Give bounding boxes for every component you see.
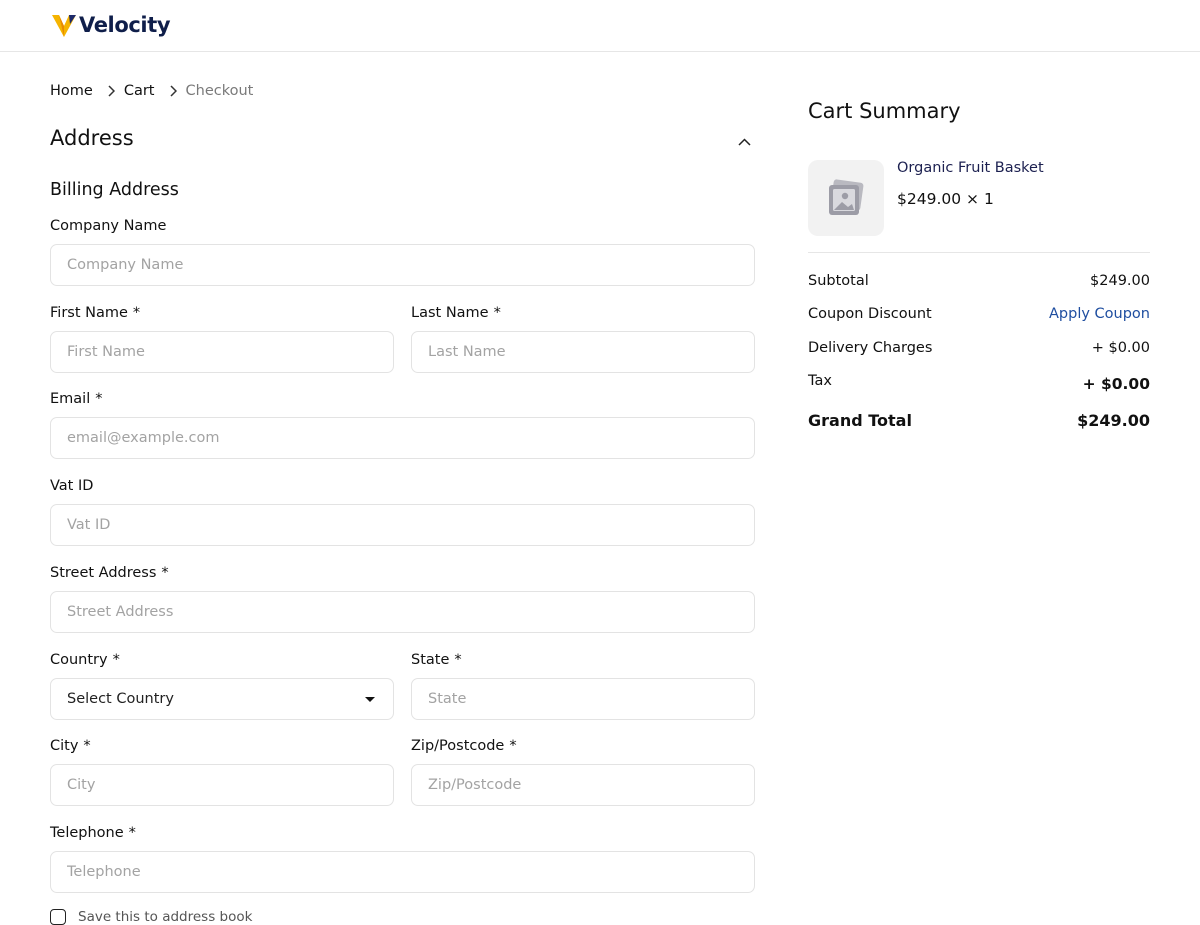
first-name-input[interactable] <box>50 331 394 373</box>
company-name-label-text: Company Name <box>50 218 167 234</box>
delivery-value: + $0.00 <box>1091 340 1150 356</box>
image-placeholder-icon <box>823 175 869 221</box>
zip-label-text: Zip/Postcode <box>411 738 505 754</box>
chevron-right-icon <box>107 85 115 97</box>
last-name-label-text: Last Name <box>411 305 489 321</box>
street-address-label-text: Street Address <box>50 565 157 581</box>
state-label-text: State <box>411 652 450 668</box>
billing-address-heading: Billing Address <box>50 180 179 200</box>
vat-id-input[interactable] <box>50 504 755 546</box>
vat-id-label: Vat ID <box>50 478 93 494</box>
chevron-up-icon <box>737 138 751 146</box>
breadcrumb-home[interactable]: Home <box>50 83 93 99</box>
zip-input[interactable] <box>411 764 755 806</box>
summary-divider <box>808 252 1150 253</box>
street-address-input[interactable] <box>50 591 755 633</box>
city-label: City * <box>50 738 91 754</box>
address-section-title: Address <box>50 126 134 150</box>
subtotal-row: Subtotal $249.00 <box>808 273 1150 289</box>
velocity-logo-icon <box>51 12 77 38</box>
last-name-input[interactable] <box>411 331 755 373</box>
product-price: $249.00 <box>897 190 962 208</box>
state-input[interactable] <box>411 678 755 720</box>
required-mark: * <box>509 738 517 754</box>
chevron-right-icon <box>169 85 177 97</box>
zip-label: Zip/Postcode * <box>411 738 517 754</box>
city-input[interactable] <box>50 764 394 806</box>
street-address-label: Street Address * <box>50 565 169 581</box>
telephone-input[interactable] <box>50 851 755 893</box>
save-address-checkbox[interactable] <box>50 909 66 925</box>
tax-label: Tax <box>808 373 832 389</box>
company-name-label: Company Name <box>50 218 166 234</box>
product-price-quantity: $249.00 × 1 <box>897 190 994 208</box>
last-name-label: Last Name * <box>411 305 501 321</box>
grand-total-value: $249.00 <box>1077 411 1150 430</box>
collapse-address-button[interactable] <box>733 131 755 153</box>
brand-name: Velocity <box>79 13 171 37</box>
grand-total-row: Grand Total $249.00 <box>808 411 1150 430</box>
coupon-row: Coupon Discount Apply Coupon <box>808 306 1150 322</box>
product-quantity: × 1 <box>966 190 994 208</box>
cart-summary-title: Cart Summary <box>808 99 961 123</box>
city-label-text: City <box>50 738 79 754</box>
country-selected-value: Select Country <box>67 691 174 707</box>
save-address-row: Save this to address book <box>50 909 252 925</box>
required-mark: * <box>161 565 169 581</box>
first-name-label-text: First Name <box>50 305 128 321</box>
brand-logo[interactable]: Velocity <box>51 12 171 38</box>
product-thumbnail <box>808 160 884 236</box>
country-select[interactable]: Select Country <box>50 678 394 720</box>
breadcrumb-cart[interactable]: Cart <box>124 83 155 99</box>
state-label: State * <box>411 652 462 668</box>
first-name-label: First Name * <box>50 305 140 321</box>
email-label-text: Email <box>50 391 91 407</box>
caret-down-icon <box>365 696 375 702</box>
required-mark: * <box>112 652 120 668</box>
company-name-input[interactable] <box>50 244 755 286</box>
country-label: Country * <box>50 652 120 668</box>
product-name[interactable]: Organic Fruit Basket <box>897 160 1044 176</box>
top-bar: Velocity <box>0 0 1200 52</box>
required-mark: * <box>493 305 501 321</box>
breadcrumb-checkout: Checkout <box>185 83 254 99</box>
grand-total-label: Grand Total <box>808 411 912 430</box>
vat-id-label-text: Vat ID <box>50 478 94 494</box>
save-address-label: Save this to address book <box>78 909 253 925</box>
delivery-row: Delivery Charges + $0.00 <box>808 340 1150 356</box>
required-mark: * <box>454 652 462 668</box>
email-label: Email * <box>50 391 102 407</box>
apply-coupon-link[interactable]: Apply Coupon <box>1049 306 1150 322</box>
email-input[interactable] <box>50 417 755 459</box>
delivery-label: Delivery Charges <box>808 340 933 356</box>
required-mark: * <box>83 738 91 754</box>
subtotal-value: $249.00 <box>1090 273 1150 289</box>
country-label-text: Country <box>50 652 108 668</box>
required-mark: * <box>132 305 141 321</box>
breadcrumb: Home Cart Checkout <box>50 80 253 102</box>
subtotal-label: Subtotal <box>808 273 869 289</box>
telephone-label-text: Telephone <box>50 825 124 841</box>
tax-value: + $0.00 <box>1082 375 1150 393</box>
telephone-label: Telephone * <box>50 825 136 841</box>
required-mark: * <box>95 391 103 407</box>
tax-row: Tax + $0.00 <box>808 373 1150 393</box>
required-mark: * <box>128 825 136 841</box>
coupon-label: Coupon Discount <box>808 306 932 322</box>
